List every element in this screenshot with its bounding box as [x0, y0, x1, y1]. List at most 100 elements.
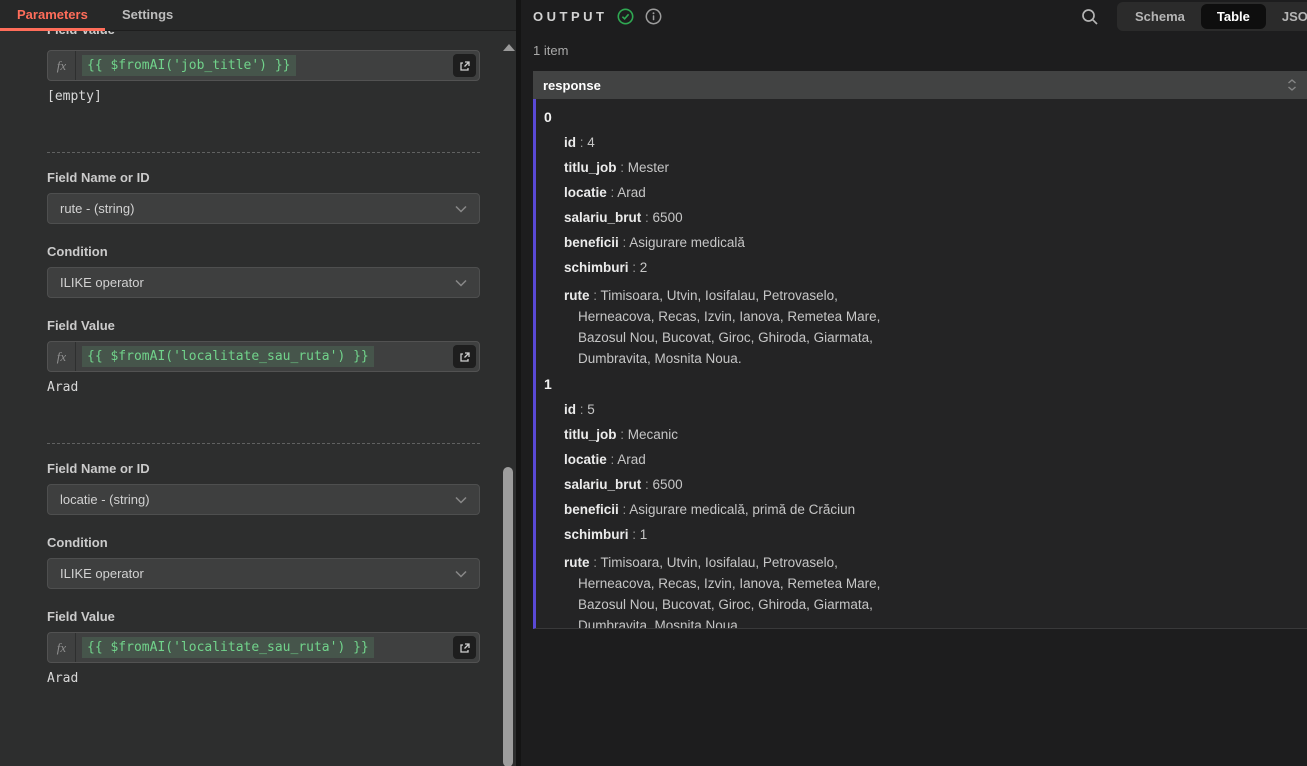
tab-parameters[interactable]: Parameters: [17, 7, 88, 22]
tab-settings[interactable]: Settings: [122, 7, 173, 22]
field-key: titlu_job: [564, 160, 617, 175]
field-key: rute: [564, 288, 590, 303]
field-key: id: [564, 402, 576, 417]
field-separator: :: [576, 402, 587, 417]
field-key: locatie: [564, 452, 607, 467]
chevron-down-icon: [455, 496, 467, 504]
field-key: beneficii: [564, 502, 619, 517]
output-panel: OUTPUT Schema Table JSON 1 item response: [521, 0, 1307, 766]
fx-icon: fx: [48, 342, 76, 371]
expand-expression-button[interactable]: [453, 636, 476, 659]
expand-expression-button[interactable]: [453, 54, 476, 77]
field-separator: :: [629, 260, 640, 275]
expand-icon: [459, 642, 471, 654]
field-key: salariu_brut: [564, 477, 641, 492]
active-tab-indicator: [0, 28, 105, 31]
field-value: 6500: [653, 210, 683, 225]
field-value: Timisoara, Utvin, Iosifalau, Petrovaselo…: [578, 288, 880, 366]
field-value-expression-input[interactable]: fx {{ $fromAI('job_title') }}: [47, 50, 480, 81]
item-index: 1: [544, 376, 1307, 392]
table-body: 0 id : 4 titlu_job : Mester locatie : Arad s…: [533, 99, 1307, 629]
field-value: Asigurare medicală, primă de Crăciun: [629, 502, 855, 517]
field-value: 4: [587, 135, 595, 150]
items-count: 1 item: [533, 43, 568, 58]
info-icon[interactable]: [645, 8, 662, 25]
field-value: 5: [587, 402, 595, 417]
condition-label: Condition: [47, 535, 108, 550]
expression-text: {{ $fromAI('localitate_sau_ruta') }}: [82, 346, 374, 367]
field-row: beneficii : Asigurare medicală, primă de…: [564, 502, 1307, 517]
field-separator: :: [619, 502, 630, 517]
field-separator: :: [641, 210, 652, 225]
expression-result: Arad: [47, 380, 78, 395]
field-key: rute: [564, 555, 590, 570]
field-value: 1: [640, 527, 648, 542]
field-value: 6500: [653, 477, 683, 492]
field-value-expression-input[interactable]: fx {{ $fromAI('localitate_sau_ruta') }}: [47, 341, 480, 372]
expand-icon: [459, 351, 471, 363]
field-separator: :: [607, 452, 618, 467]
expand-icon: [459, 60, 471, 72]
scroll-up-button[interactable]: [500, 40, 516, 54]
item-index: 0: [544, 109, 1307, 125]
field-key: titlu_job: [564, 427, 617, 442]
fx-icon: fx: [48, 633, 76, 662]
field-key: schimburi: [564, 527, 629, 542]
condition-select[interactable]: ILIKE operator: [47, 558, 480, 589]
field-value: Mester: [628, 160, 669, 175]
field-row: schimburi : 1: [564, 527, 1307, 542]
field-row: rute : Timisoara, Utvin, Iosifalau, Petr…: [564, 552, 898, 629]
field-name-label: Field Name or ID: [47, 461, 150, 476]
output-data-table: response 0 id : 4 titlu_job : Mester locati…: [533, 71, 1307, 629]
search-icon[interactable]: [1081, 8, 1099, 26]
filter-separator: [47, 152, 480, 153]
field-value: Arad: [617, 185, 646, 200]
field-key: schimburi: [564, 260, 629, 275]
field-separator: :: [629, 527, 640, 542]
field-row: rute : Timisoara, Utvin, Iosifalau, Petr…: [564, 285, 898, 369]
tab-table[interactable]: Table: [1201, 4, 1266, 29]
expression-text: {{ $fromAI('localitate_sau_ruta') }}: [82, 637, 374, 658]
expand-expression-button[interactable]: [453, 345, 476, 368]
condition-label: Condition: [47, 244, 108, 259]
field-separator: :: [641, 477, 652, 492]
sort-icon[interactable]: [1287, 79, 1297, 91]
expression-text: {{ $fromAI('job_title') }}: [82, 55, 296, 76]
field-value: Mecanic: [628, 427, 678, 442]
chevron-down-icon: [455, 205, 467, 213]
field-value: Asigurare medicală: [629, 235, 745, 250]
filter-separator: [47, 443, 480, 444]
field-value-expression-input[interactable]: fx {{ $fromAI('localitate_sau_ruta') }}: [47, 632, 480, 663]
fx-icon: fx: [48, 51, 76, 80]
field-name-select[interactable]: locatie - (string): [47, 484, 480, 515]
tab-schema[interactable]: Schema: [1119, 4, 1201, 29]
condition-select[interactable]: ILIKE operator: [47, 267, 480, 298]
output-title: OUTPUT: [533, 9, 607, 24]
success-check-icon: [617, 8, 634, 25]
field-key: beneficii: [564, 235, 619, 250]
expression-result: Arad: [47, 671, 78, 686]
field-row: schimburi : 2: [564, 260, 1307, 275]
field-value-label: Field Value: [47, 318, 115, 333]
select-value: rute - (string): [60, 201, 455, 216]
field-separator: :: [617, 427, 628, 442]
scrollbar-thumb[interactable]: [503, 467, 513, 766]
column-name: response: [543, 78, 1287, 93]
field-row: titlu_job : Mester: [564, 160, 1307, 175]
field-value: 2: [640, 260, 648, 275]
chevron-down-icon: [455, 570, 467, 578]
field-row: id : 4: [564, 135, 1307, 150]
field-separator: :: [590, 555, 601, 570]
field-separator: :: [576, 135, 587, 150]
tab-json[interactable]: JSON: [1266, 4, 1307, 29]
response-column-header: response: [533, 71, 1307, 99]
panel-tab-bar: Parameters Settings: [0, 0, 516, 31]
field-row: locatie : Arad: [564, 185, 1307, 200]
field-row: titlu_job : Mecanic: [564, 427, 1307, 442]
field-key: locatie: [564, 185, 607, 200]
field-value: Arad: [617, 452, 646, 467]
chevron-down-icon: [455, 279, 467, 287]
field-value-label: Field Value: [47, 609, 115, 624]
field-row: salariu_brut : 6500: [564, 477, 1307, 492]
field-name-select[interactable]: rute - (string): [47, 193, 480, 224]
